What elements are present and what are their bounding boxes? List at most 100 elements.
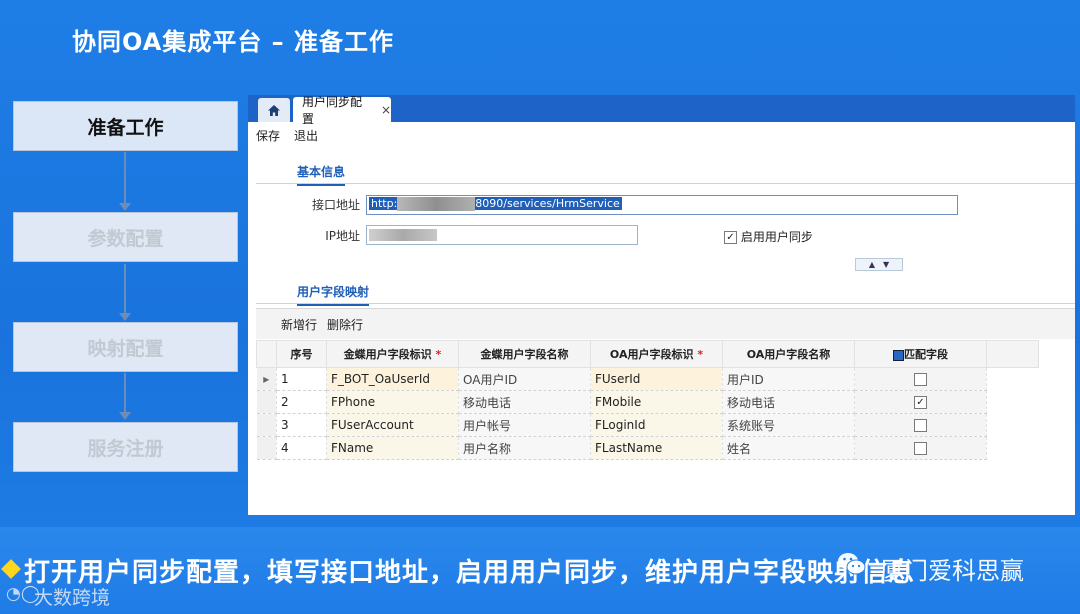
cell-match (854, 413, 987, 437)
filler-cell (987, 368, 1039, 391)
match-checkbox[interactable] (914, 373, 927, 386)
endpoint-input[interactable]: http: 8090/services/HrmService (366, 195, 958, 215)
step-service-registration[interactable]: 服务注册 (13, 422, 238, 472)
select-all-checkbox[interactable] (893, 349, 904, 361)
tab-home[interactable] (258, 98, 290, 122)
watermark-account: 厦门爱科思赢 (880, 557, 1024, 585)
step-connector (124, 264, 126, 314)
cell-match: ✓ (854, 390, 987, 414)
ip-label: IP地址 (325, 229, 360, 243)
column-header[interactable]: 匹配字段 (854, 340, 987, 368)
cell-kingdee-field-name: 用户帐号 (458, 413, 591, 437)
caption-text: 打开用户同步配置，填写接口地址，启用用户同步，维护用户字段映射信息 (24, 558, 916, 588)
delete-row-button[interactable]: 删除行 (327, 316, 363, 333)
diamond-bullet-icon (1, 559, 21, 579)
cell-oa-field-id[interactable]: FMobile (590, 390, 723, 414)
enable-sync-row: ✓ 启用用户同步 (724, 228, 813, 245)
step-parameters[interactable]: 参数配置 (13, 212, 238, 262)
cell-kingdee-field-name: 移动电话 (458, 390, 591, 414)
row-indicator (256, 436, 277, 460)
cell-match (854, 367, 987, 391)
cell-kingdee-field-name: OA用户ID (458, 367, 591, 391)
cell-kingdee-field-name: 用户名称 (458, 436, 591, 460)
tab-bar: 用户同步配置 × (248, 95, 1075, 126)
step-connector (124, 373, 126, 413)
toolbar: 保存 退出 (256, 127, 332, 144)
caption-banner: 打开用户同步配置，填写接口地址，启用用户同步，维护用户字段映射信息 厦门爱科思赢… (0, 527, 1080, 614)
column-header[interactable]: 金蝶用户字段名称 (458, 340, 591, 368)
cell-kingdee-field-id[interactable]: FUserAccount (326, 413, 459, 437)
chevron-up-icon: ▲ (868, 260, 875, 269)
endpoint-label: 接口地址 (311, 198, 360, 212)
add-row-button[interactable]: 新增行 (281, 316, 317, 333)
arrow-down-icon (119, 412, 131, 420)
mapping-table: 序号 金蝶用户字段标识 * 金蝶用户字段名称 OA用户字段标识 * OA用户字段… (256, 340, 1039, 460)
row-indicator (256, 390, 277, 414)
required-icon: * (435, 348, 442, 361)
filler-cell (987, 391, 1039, 414)
cell-oa-field-id[interactable]: FLastName (590, 436, 723, 460)
column-header-label: 匹配字段 (904, 348, 948, 361)
cell-oa-field-id[interactable]: FLoginId (590, 413, 723, 437)
required-icon: * (697, 348, 704, 361)
filler-cell (987, 414, 1039, 437)
slide-title: 协同OA集成平台 – 准备工作 (72, 28, 395, 56)
grid-toolbar: 新增行 删除行 (256, 308, 1075, 339)
cell-kingdee-field-id[interactable]: F_BOT_OaUserId (326, 367, 459, 391)
endpoint-prefix: http: (371, 197, 398, 210)
tab-user-sync-config[interactable]: 用户同步配置 × (293, 95, 391, 126)
close-icon[interactable]: × (381, 103, 391, 117)
table-row[interactable]: 2 FPhone 移动电话 FMobile 移动电话 ✓ (256, 390, 1039, 414)
column-header[interactable]: OA用户字段标识 * (590, 340, 723, 368)
match-checkbox[interactable] (914, 442, 927, 455)
table-row[interactable]: 3 FUserAccount 用户帐号 FLoginId 系统账号 (256, 413, 1039, 437)
divider (256, 303, 1075, 304)
redacted-host (397, 197, 476, 211)
wechat-icon (838, 553, 866, 575)
match-checkbox[interactable]: ✓ (914, 396, 927, 409)
filler-cell (987, 437, 1039, 460)
cell-match (854, 436, 987, 460)
app-window: 用户同步配置 × 保存 退出 基本信息 接口地址 http: 8090/servic… (248, 95, 1075, 515)
step-prepare[interactable]: 准备工作 (13, 101, 238, 151)
enable-sync-label: 启用用户同步 (740, 230, 813, 244)
table-row[interactable]: ▸ 1 F_BOT_OaUserId OA用户ID FUserId 用户ID (256, 367, 1039, 391)
step-mapping[interactable]: 映射配置 (13, 322, 238, 372)
step-connector (124, 152, 126, 204)
enable-sync-checkbox[interactable]: ✓ (724, 231, 737, 244)
watermark-brand: 大数跨境 (34, 587, 111, 609)
current-row-icon: ▸ (256, 367, 277, 391)
cell-oa-field-name: 姓名 (722, 436, 855, 460)
arrow-down-icon (119, 313, 131, 321)
chevron-down-icon: ▼ (883, 260, 890, 269)
home-icon (268, 104, 280, 116)
cell-oa-field-id[interactable]: FUserId (590, 367, 723, 391)
match-checkbox[interactable] (914, 419, 927, 432)
row-indicator-header (256, 340, 277, 368)
column-header-label: 金蝶用户字段标识 (343, 348, 432, 361)
exit-button[interactable]: 退出 (294, 129, 318, 143)
save-button[interactable]: 保存 (256, 129, 280, 143)
cell-kingdee-field-id[interactable]: FPhone (326, 390, 459, 414)
cell-no: 4 (276, 436, 327, 460)
table-row[interactable]: 4 FName 用户名称 FLastName 姓名 (256, 436, 1039, 460)
ip-input[interactable] (366, 225, 638, 245)
tab-label: 用户同步配置 (302, 95, 363, 126)
column-header[interactable]: 序号 (276, 340, 327, 368)
cell-no: 2 (276, 390, 327, 414)
redacted-ip (369, 229, 437, 241)
cell-no: 1 (276, 367, 327, 391)
cell-kingdee-field-id[interactable]: FName (326, 436, 459, 460)
filler-header (986, 340, 1039, 368)
collapse-toggle[interactable]: ▲ ▼ (855, 258, 903, 271)
endpoint-suffix: 8090/services/HrmService (475, 197, 620, 210)
cell-no: 3 (276, 413, 327, 437)
column-header-label: OA用户字段标识 (609, 348, 694, 361)
column-header[interactable]: OA用户字段名称 (722, 340, 855, 368)
divider (256, 183, 1075, 184)
cell-oa-field-name: 用户ID (722, 367, 855, 391)
row-indicator (256, 413, 277, 437)
cell-oa-field-name: 系统账号 (722, 413, 855, 437)
column-header[interactable]: 金蝶用户字段标识 * (326, 340, 459, 368)
cell-oa-field-name: 移动电话 (722, 390, 855, 414)
